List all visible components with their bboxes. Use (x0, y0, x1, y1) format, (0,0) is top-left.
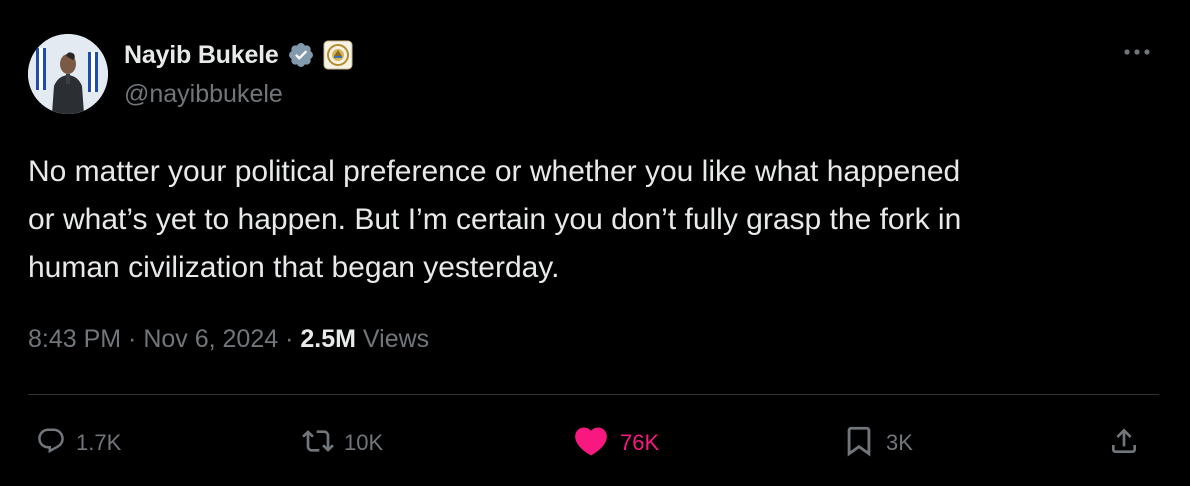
like-count: 76K (620, 430, 660, 455)
meta-separator: · (278, 325, 301, 353)
share-icon (1108, 425, 1140, 462)
reply-button[interactable]: 1.7K (36, 420, 121, 466)
share-button[interactable] (1108, 420, 1140, 466)
retweet-icon (302, 425, 334, 462)
action-bar: 1.7K 10K 76K 3K (0, 420, 1190, 466)
views-label: Views (355, 325, 430, 353)
reply-icon (36, 426, 66, 461)
tweet-meta: 8:43 PM · Nov 6, 2024 · 2.5M Views (28, 325, 429, 354)
retweet-count: 10K (344, 430, 384, 455)
like-button[interactable]: 76K (572, 420, 659, 466)
verified-badge-icon[interactable] (287, 41, 315, 69)
tweet-text: No matter your political preference or w… (28, 155, 962, 284)
heart-filled-icon (572, 422, 610, 465)
el-salvador-government-seal-icon[interactable] (323, 40, 353, 70)
bookmark-button[interactable]: 3K (842, 420, 913, 466)
avatar[interactable] (28, 34, 108, 114)
bookmark-icon (842, 424, 876, 463)
retweet-button[interactable]: 10K (302, 420, 383, 466)
tweet-date[interactable]: Nov 6, 2024 (143, 325, 278, 353)
divider (28, 394, 1159, 395)
bookmark-count: 3K (886, 430, 913, 455)
author-display-name[interactable]: Nayib Bukele (124, 41, 279, 70)
reply-count: 1.7K (76, 430, 122, 455)
meta-separator: · (121, 325, 144, 353)
tweet-card: Nayib Bukele @nayibbukele No matter your… (0, 0, 1190, 486)
more-options-icon[interactable] (1120, 42, 1154, 62)
author-name-row: Nayib Bukele (124, 38, 353, 72)
tweet-time[interactable]: 8:43 PM (28, 325, 121, 353)
views-count: 2.5M (300, 325, 356, 353)
author-handle[interactable]: @nayibbukele (124, 80, 283, 109)
